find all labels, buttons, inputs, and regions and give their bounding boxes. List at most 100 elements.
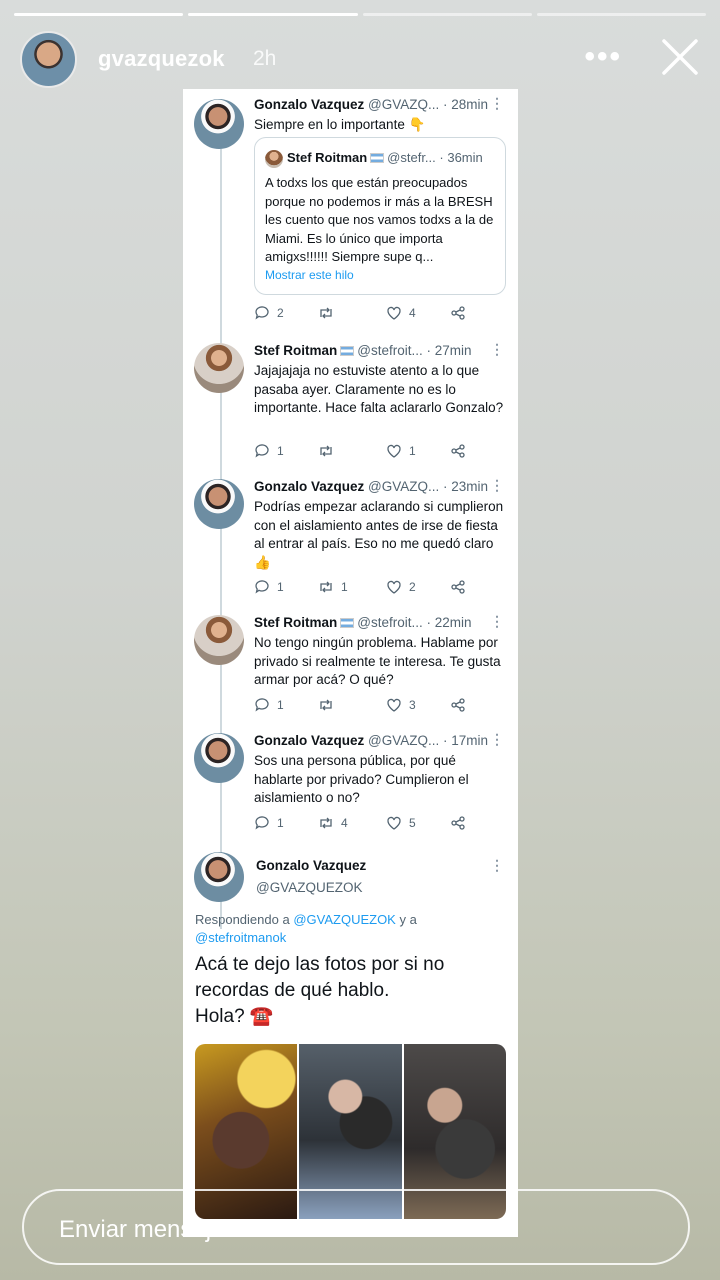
tweet-header: Gonzalo Vazquez @GVAZQ... · 23min	[254, 479, 489, 494]
heart-icon	[387, 698, 401, 712]
share-action	[450, 305, 466, 321]
tweet-time: 22min	[434, 615, 472, 630]
tweet: Gonzalo Vazquez @GVAZQ... · 28min ⋮ Siem…	[183, 95, 518, 327]
share-action	[450, 443, 466, 459]
avatar	[194, 479, 244, 529]
author-handle: @GVAZQ...	[368, 97, 440, 112]
more-icon: ⋮	[490, 341, 504, 357]
tweet-actions: 1 1 2	[254, 579, 494, 597]
reply-icon	[255, 816, 269, 830]
mention-link: @stefroitmanok	[195, 930, 287, 945]
like-action: 2	[386, 579, 416, 595]
avatar	[194, 343, 244, 393]
reply-count: 1	[277, 580, 284, 594]
tweet-actions: 1 1	[254, 443, 494, 461]
heart-icon	[387, 306, 401, 320]
author-name: Stef Roitman	[254, 615, 338, 630]
author-name: Stef Roitman	[287, 150, 368, 165]
more-options-icon[interactable]: •••	[584, 40, 622, 74]
tweet-header: Gonzalo Vazquez @GVAZQ... · 17min	[254, 733, 489, 748]
tweet: Gonzalo Vazquez @GVAZQ... · 23min ⋮ Podr…	[183, 477, 518, 599]
replying-prefix: Respondiendo a	[195, 912, 290, 927]
replying-to: Respondiendo a @GVAZQUEZOK y a @stefroit…	[195, 911, 505, 947]
tweet-actions: 2 4	[254, 305, 494, 323]
text-line: Acá te dejo las fotos por si no	[195, 954, 445, 975]
author-handle: @stefr...	[387, 150, 436, 165]
tweet-time: 27min	[434, 343, 472, 358]
tweet-text: Podrías empezar aclarando si cumplieron …	[254, 499, 504, 570]
author-handle: @stefroit...	[357, 615, 423, 630]
close-icon[interactable]	[660, 37, 700, 77]
text-line: Hola? ☎️	[195, 1006, 274, 1027]
focused-tweet-text: Acá te dejo las fotos por si no recordas…	[195, 952, 505, 1030]
avatar	[194, 615, 244, 665]
like-action: 4	[386, 305, 416, 321]
avatar	[265, 150, 283, 168]
author-handle: @GVAZQUEZOK	[256, 880, 363, 895]
author-handle: @stefroit...	[357, 343, 423, 358]
like-count: 5	[409, 816, 416, 830]
avatar	[194, 99, 244, 149]
retweet-action: 1	[318, 579, 348, 595]
reply-action: 1	[254, 815, 284, 831]
story-progress	[14, 13, 706, 16]
like-action: 5	[386, 815, 416, 831]
retweet-count: 4	[341, 816, 348, 830]
message-placeholder: Enviar mensaje	[59, 1216, 225, 1243]
tweet: Stef Roitman @stefroit... · 22min ⋮ No te…	[183, 613, 518, 717]
story-header: gvazquezok 2h •••	[20, 31, 700, 88]
text-line: recordas de qué hablo.	[195, 980, 390, 1001]
share-icon	[451, 444, 465, 458]
heart-icon	[387, 580, 401, 594]
tweet-time: 28min	[451, 97, 489, 112]
progress-segment	[14, 13, 184, 16]
reply-action: 1	[254, 697, 284, 713]
share-icon	[451, 816, 465, 830]
more-icon: ⋮	[490, 857, 504, 873]
tweet-actions: 1 3	[254, 697, 494, 715]
like-action: 3	[386, 697, 416, 713]
retweet-icon	[320, 817, 332, 829]
retweet-icon	[320, 699, 332, 711]
like-count: 1	[409, 444, 416, 458]
retweet-icon	[320, 307, 332, 319]
tweet-header: Stef Roitman @stefroit... · 22min	[254, 615, 472, 630]
tweet-time: 23min	[451, 479, 489, 494]
share-action	[450, 815, 466, 831]
retweet-action	[318, 305, 341, 321]
quoted-tweet: Stef Roitman @stefr... · 36min A todxs lo…	[254, 137, 506, 295]
reply-count: 1	[277, 816, 284, 830]
progress-segment	[188, 13, 358, 16]
send-message-input[interactable]: Enviar mensaje	[22, 1189, 690, 1265]
share-icon	[451, 580, 465, 594]
author-name: Gonzalo Vazquez	[256, 858, 367, 873]
like-count: 2	[409, 580, 416, 594]
more-icon: ⋮	[490, 731, 504, 747]
reply-icon	[255, 580, 269, 594]
like-count: 4	[409, 306, 416, 320]
avatar	[194, 733, 244, 783]
share-icon	[451, 698, 465, 712]
story-avatar[interactable]	[20, 31, 77, 88]
story-username[interactable]: gvazquezok	[98, 46, 225, 72]
author-name: Gonzalo Vazquez	[254, 733, 365, 748]
tweet-header: Stef Roitman @stefroit... · 27min	[254, 343, 472, 358]
author-name: Gonzalo Vazquez	[254, 97, 365, 112]
reply-action: 2	[254, 305, 284, 321]
tweet: Stef Roitman @stefroit... · 27min ⋮ Jajaj…	[183, 341, 518, 463]
tweet-text: Sos una persona pública, por qué hablart…	[254, 753, 469, 805]
replying-and: y a	[399, 912, 417, 927]
author-handle: @GVAZQ...	[368, 479, 440, 494]
quoted-header: Stef Roitman @stefr... · 36min	[287, 150, 483, 165]
retweet-icon	[320, 445, 332, 457]
heart-icon	[387, 444, 401, 458]
share-icon	[451, 306, 465, 320]
progress-segment	[536, 13, 706, 16]
author-name: Gonzalo Vazquez	[254, 479, 365, 494]
heart-icon	[387, 816, 401, 830]
tweet-header: Gonzalo Vazquez @GVAZQ... · 28min	[254, 97, 489, 112]
tweet-thread-screenshot: Gonzalo Vazquez @GVAZQ... · 28min ⋮ Siem…	[183, 89, 518, 1237]
story-time: 2h	[253, 47, 277, 70]
more-icon: ⋮	[490, 477, 504, 493]
retweet-action	[318, 697, 341, 713]
